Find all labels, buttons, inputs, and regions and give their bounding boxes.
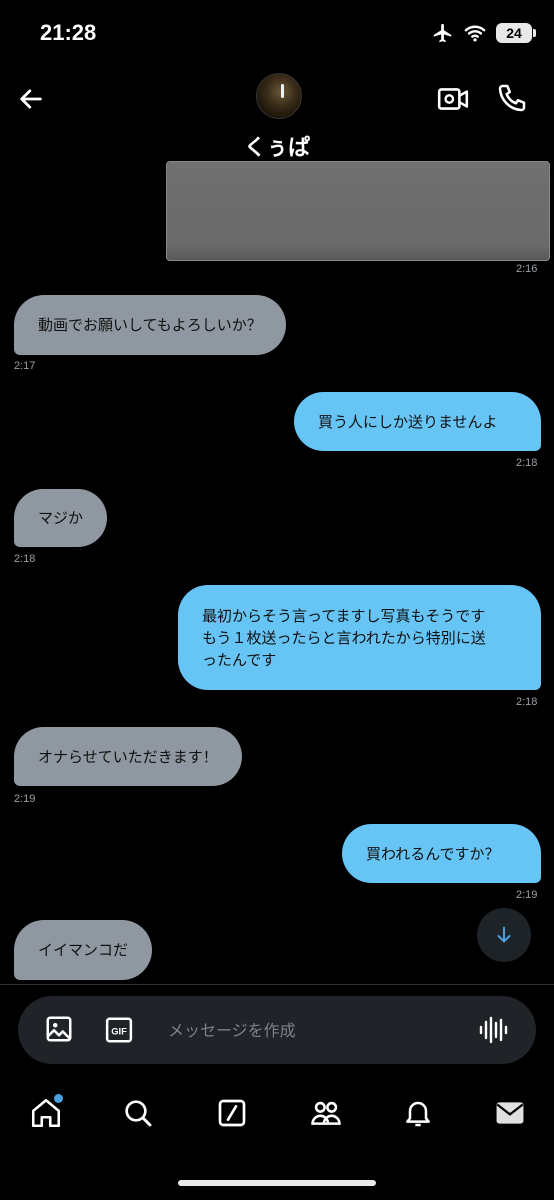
phone-icon bbox=[498, 84, 526, 112]
message-time: 2:18 bbox=[14, 553, 36, 565]
contact-name[interactable]: くぅぱ bbox=[0, 130, 554, 162]
message-time: 2:19 bbox=[14, 793, 36, 805]
bottom-navigation bbox=[0, 1085, 554, 1145]
status-bar: 21:28 24 bbox=[0, 0, 554, 70]
message-input[interactable] bbox=[168, 1010, 458, 1050]
outgoing-message[interactable]: 最初からそう言ってますし写真もそうです もう１枚送ったらと言われたから特別に送 … bbox=[178, 585, 541, 690]
status-icons: 24 bbox=[432, 22, 536, 44]
message-list[interactable]: 2:16 動画でお願いしてもよろしいか？ 2:17 買う人にしか送りませんよ 2… bbox=[0, 160, 554, 985]
nav-communities[interactable] bbox=[306, 1093, 346, 1133]
video-call-button[interactable] bbox=[436, 82, 470, 116]
conversation-header: くぅぱ bbox=[0, 70, 554, 162]
communities-icon bbox=[311, 1101, 341, 1125]
image-button[interactable] bbox=[44, 1014, 74, 1044]
nav-grok[interactable] bbox=[212, 1093, 252, 1133]
message-time: 2:18 bbox=[516, 457, 538, 469]
outgoing-message[interactable]: 買う人にしか送りませんよ bbox=[294, 392, 541, 451]
video-call-icon bbox=[437, 88, 469, 110]
voice-message-button[interactable] bbox=[478, 1016, 508, 1044]
nav-home[interactable] bbox=[26, 1093, 66, 1133]
back-arrow-icon bbox=[20, 89, 42, 109]
composer-divider bbox=[0, 984, 554, 985]
search-icon bbox=[125, 1100, 152, 1127]
message-time: 2:19 bbox=[516, 889, 538, 901]
incoming-message[interactable]: 動画でお願いしてもよろしいか？ bbox=[14, 295, 286, 355]
gif-button[interactable]: GIF bbox=[104, 1015, 134, 1045]
nav-notifications[interactable] bbox=[398, 1093, 438, 1133]
battery-indicator: 24 bbox=[496, 23, 536, 43]
incoming-message[interactable]: マジか bbox=[14, 489, 108, 547]
message-time: 2:16 bbox=[516, 263, 538, 275]
outgoing-message[interactable]: 買われるんですか？ bbox=[342, 824, 541, 883]
airplane-icon bbox=[433, 23, 452, 43]
notification-dot bbox=[54, 1094, 63, 1103]
image-message[interactable] bbox=[166, 161, 550, 261]
svg-text:GIF: GIF bbox=[111, 1026, 127, 1036]
compose-icon bbox=[218, 1099, 246, 1127]
home-indicator bbox=[178, 1180, 376, 1186]
image-icon bbox=[46, 1016, 72, 1042]
bell-icon bbox=[406, 1101, 430, 1127]
incoming-message[interactable]: オナらせていただきます！ bbox=[14, 727, 242, 786]
nav-search[interactable] bbox=[118, 1093, 158, 1133]
scroll-down-arrow-icon bbox=[497, 926, 511, 943]
wifi-icon bbox=[464, 25, 486, 42]
contact-avatar[interactable] bbox=[256, 73, 302, 119]
phone-call-button[interactable] bbox=[496, 82, 530, 116]
scroll-to-bottom-button[interactable] bbox=[477, 908, 531, 962]
back-button[interactable] bbox=[14, 82, 48, 116]
message-composer: GIF bbox=[18, 996, 536, 1064]
voice-wave-icon bbox=[479, 1016, 508, 1044]
message-time: 2:17 bbox=[14, 360, 36, 372]
message-time: 2:18 bbox=[516, 696, 538, 708]
status-time: 21:28 bbox=[40, 20, 97, 45]
incoming-message[interactable]: イイマンコだ bbox=[14, 920, 153, 980]
nav-messages[interactable] bbox=[490, 1093, 530, 1133]
mail-icon bbox=[496, 1102, 524, 1124]
gif-icon: GIF bbox=[105, 1017, 133, 1043]
